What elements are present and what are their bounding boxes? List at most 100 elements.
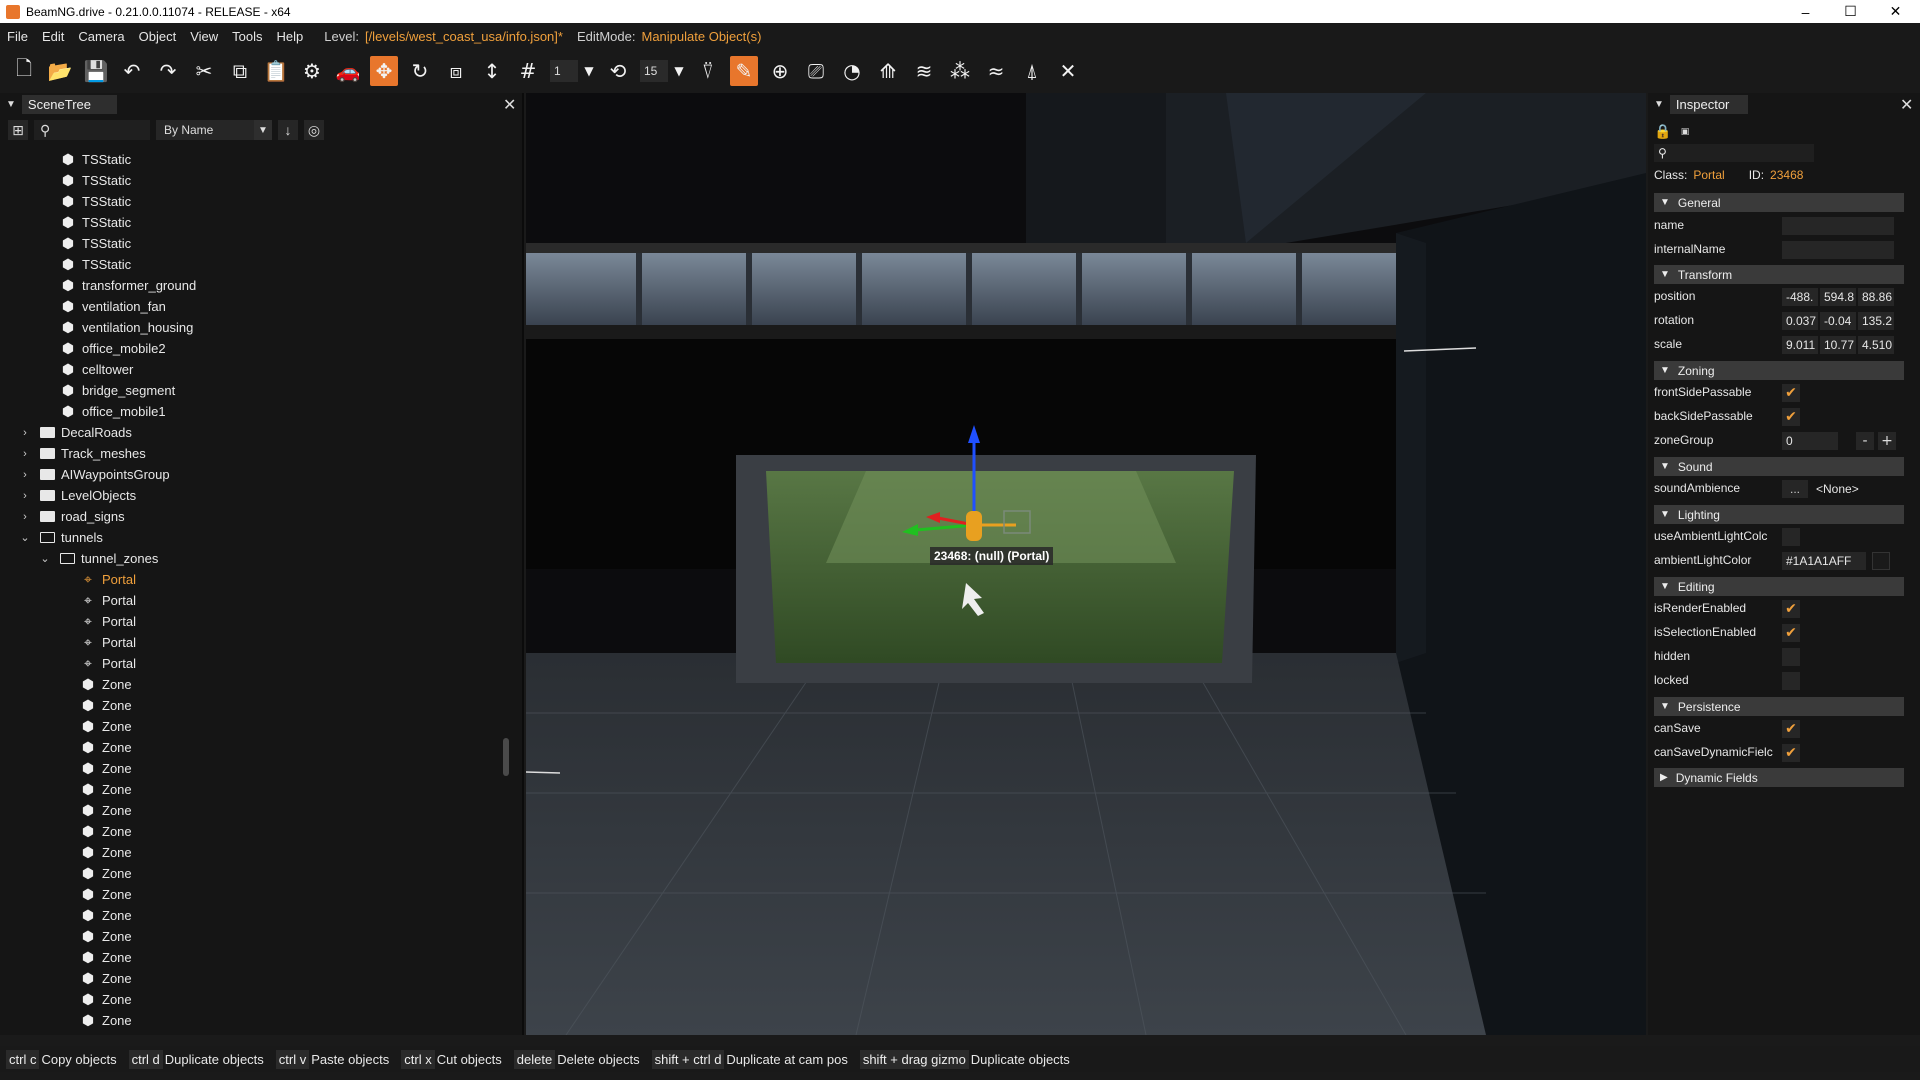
redo-icon[interactable]: ↷ [154,56,182,86]
copy-icon[interactable]: ⧉ [226,56,254,86]
locate-selection-icon[interactable]: ◎ [304,120,324,140]
cut-icon[interactable]: ✂ [190,56,218,86]
tree-item[interactable]: ⬢ office_mobile2 [60,338,166,359]
chevron-down-icon[interactable]: ⌄ [38,552,52,565]
zonegroup-decrement-button[interactable]: - [1856,432,1874,450]
backsidepassable-checkbox[interactable]: ✔ [1782,408,1800,426]
particle-icon[interactable]: ⁂ [946,56,974,86]
ambientlightcolor-field[interactable]: #1A1A1AFF [1782,552,1866,570]
rotation-y-field[interactable]: -0.04 [1820,312,1856,330]
forest-icon[interactable]: ⟰ [874,56,902,86]
menu-tools[interactable]: Tools [225,29,269,44]
tree-item[interactable]: ⬢ TSStatic [60,233,131,254]
object-select-tool-icon[interactable]: ✎ [730,56,758,86]
open-folder-icon[interactable]: 📂 [46,56,74,86]
position-z-field[interactable]: 88.86 [1858,288,1894,306]
tree-item[interactable]: ⬢ TSStatic [60,191,131,212]
section-sound[interactable]: ▼ Sound [1654,457,1904,476]
grid-size-dropdown-icon[interactable]: ▼ [582,56,596,86]
rotation-x-field[interactable]: 0.037 [1782,312,1818,330]
tree-item[interactable]: ⬢ Zone [80,695,132,716]
tree-item[interactable]: ⬢ TSStatic [60,170,131,191]
paste-icon[interactable]: 📋 [262,56,290,86]
vehicle-icon[interactable]: 🚗 [334,56,362,86]
tree-item[interactable]: ⌄ tunnels [18,527,103,548]
scale-gizmo-icon[interactable]: ⧈ [442,56,470,86]
tree-item[interactable]: ⬢ ventilation_fan [60,296,166,317]
scene-tree-scrollbar[interactable] [503,738,509,776]
position-x-field[interactable]: -488. [1782,288,1818,306]
tree-item[interactable]: ⬢ Zone [80,800,132,821]
scale-x-field[interactable]: 9.011 [1782,336,1818,354]
soundambience-browse-button[interactable]: ... [1782,480,1808,498]
tree-item[interactable]: ⌖ Portal [80,611,136,632]
menu-object[interactable]: Object [132,29,184,44]
tree-item[interactable]: ⬢ Zone [80,758,132,779]
isselectionenabled-checkbox[interactable]: ✔ [1782,624,1800,642]
tree-item[interactable]: ⬢ Zone [80,905,132,926]
scale-y-field[interactable]: 10.77 [1820,336,1856,354]
settings-gear-icon[interactable]: ⚙ [298,56,326,86]
grid-snap-icon[interactable]: # [514,56,542,86]
tree-item[interactable]: ⌖ Portal [80,590,136,611]
tree-item[interactable]: ⬢ TSStatic [60,212,131,233]
rotate-snap-input[interactable]: 15 [640,60,668,82]
tree-item[interactable]: ⬢ Zone [80,947,132,968]
scale-z-field[interactable]: 4.510 [1858,336,1894,354]
locked-checkbox[interactable] [1782,672,1800,690]
rotate-snap-dropdown-icon[interactable]: ▼ [672,56,686,86]
tree-item[interactable]: ⬢ Zone [80,863,132,884]
navigation-mesh-icon[interactable]: ✕ [1054,56,1082,86]
tree-item[interactable]: ⬢ Zone [80,737,132,758]
tree-item[interactable]: ⬢ TSStatic [60,149,131,170]
tree-item[interactable]: ⬢ bridge_segment [60,380,175,401]
tree-item[interactable]: ⬢ Zone [80,884,132,905]
tree-item[interactable]: › DecalRoads [18,422,132,443]
tree-item[interactable]: ⬢ Zone [80,1010,132,1029]
new-file-icon[interactable]: 🗋 [10,56,38,86]
tree-item[interactable]: ⬢ transformer_ground [60,275,196,296]
chevron-right-icon[interactable]: › [18,511,32,523]
rotation-z-field[interactable]: 135.2 [1858,312,1894,330]
chevron-right-icon[interactable]: › [18,469,32,481]
sort-direction-icon[interactable]: ↓ [278,120,298,140]
translate-gizmo-icon[interactable]: ✥ [370,56,398,86]
create-object-icon[interactable]: ⊕ [766,56,794,86]
tree-item[interactable]: › AIWaypointsGroup [18,464,169,485]
internalname-field[interactable] [1782,241,1894,259]
tree-item[interactable]: ⬢ Zone [80,716,132,737]
tree-item[interactable]: ⬢ Zone [80,779,132,800]
undo-icon[interactable]: ↶ [118,56,146,86]
section-lighting[interactable]: ▼ Lighting [1654,505,1904,524]
camera-path-icon[interactable]: ⎚ [802,56,830,86]
section-persistence[interactable]: ▼ Persistence [1654,697,1904,716]
tree-item[interactable]: ⬢ Zone [80,926,132,947]
collapse-triangle-icon[interactable]: ▼ [1654,99,1664,110]
menu-camera[interactable]: Camera [71,29,131,44]
inspector-tab[interactable]: Inspector [1669,94,1748,114]
tree-item[interactable]: › Track_meshes [18,443,146,464]
grid-size-input[interactable]: 1 [550,60,578,82]
minimize-button[interactable]: – [1783,0,1828,23]
zonegroup-increment-button[interactable]: + [1878,432,1896,450]
name-field[interactable] [1782,217,1894,235]
align-axis-icon[interactable]: ↕ [478,56,506,86]
section-general[interactable]: ▼ General [1654,193,1904,212]
tree-item[interactable]: ⬢ TSStatic [60,254,131,275]
scene-tree-search-input[interactable]: ⚲ [34,120,150,140]
close-icon[interactable]: ✕ [1900,95,1913,115]
tree-item[interactable]: ⌄ tunnel_zones [38,548,158,569]
tree-item[interactable]: › road_signs [18,506,124,527]
chevron-right-icon[interactable]: › [18,448,32,460]
menu-help[interactable]: Help [270,29,311,44]
tree-item[interactable]: ⬢ Zone [80,821,132,842]
menu-file[interactable]: File [0,29,35,44]
tree-item[interactable]: › LevelObjects [18,485,136,506]
ambientlightcolor-swatch[interactable] [1872,552,1890,570]
chevron-right-icon[interactable]: › [18,427,32,439]
frontsidepassable-checkbox[interactable]: ✔ [1782,384,1800,402]
close-window-button[interactable]: ✕ [1873,0,1918,23]
tree-item[interactable]: ⬢ celltower [60,359,133,380]
3d-viewport[interactable]: 23468: (null) (Portal) [526,93,1646,1035]
isrenderenabled-checkbox[interactable]: ✔ [1782,600,1800,618]
